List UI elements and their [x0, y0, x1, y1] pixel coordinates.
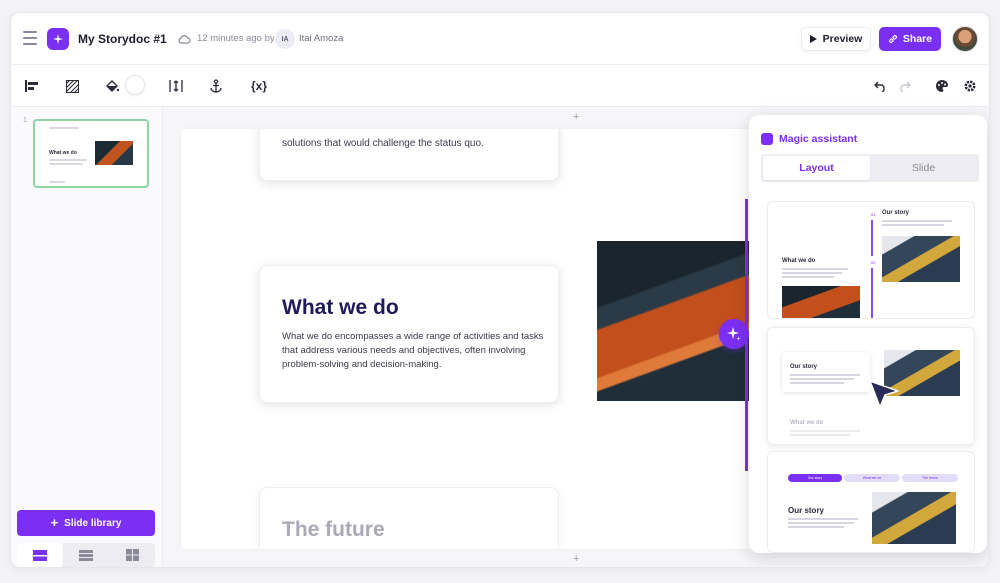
rows-view-icon: [79, 549, 93, 561]
profile-avatar[interactable]: [952, 26, 978, 52]
layout-title: Our story: [882, 210, 910, 216]
assistant-title: Magic assistant: [779, 133, 858, 145]
top-bar: My Storydoc #1 12 minutes ago by IA Itai…: [11, 13, 989, 65]
rows-view-button[interactable]: [63, 543, 109, 567]
menu-icon[interactable]: [23, 31, 37, 45]
grid-view-icon: [125, 549, 139, 561]
palette-icon[interactable]: [933, 77, 951, 95]
thumbnail-image: [95, 141, 133, 165]
layout-pill: Our story: [788, 474, 842, 482]
slides-panel: 1 What we do + Slide library: [11, 107, 163, 567]
user-name: Itai Amoza: [299, 33, 344, 44]
view-mode-toggle: [17, 543, 155, 567]
plus-icon: +: [50, 515, 59, 530]
slide-canvas: solutions that would challenge the statu…: [181, 129, 761, 549]
layout-option-3[interactable]: Our story What we do The future Our stor…: [767, 451, 975, 553]
layout-image: [782, 286, 860, 318]
editor-toolbar: {x}: [11, 65, 989, 107]
slide-thumbnail[interactable]: What we do: [33, 119, 149, 188]
list-view-button[interactable]: [17, 543, 63, 567]
tab-slide[interactable]: Slide: [870, 156, 977, 180]
preview-label: Preview: [822, 33, 863, 45]
user-avatar-initials: IA: [275, 29, 295, 49]
grid-view-button[interactable]: [109, 543, 155, 567]
layout-title: What we do: [782, 258, 816, 264]
fill-bucket-icon[interactable]: [103, 77, 121, 95]
share-button[interactable]: Share: [879, 27, 941, 51]
share-label: Share: [902, 33, 933, 45]
saved-status: 12 minutes ago by: [197, 33, 275, 44]
card-heading[interactable]: What we do: [282, 296, 399, 320]
color-swatch[interactable]: [125, 75, 145, 95]
layout-pill: The future: [902, 474, 958, 482]
layout-image: [872, 492, 956, 544]
pattern-icon[interactable]: [63, 77, 81, 95]
layout-step-number: 02: [871, 260, 876, 265]
slide-library-label: Slide library: [64, 517, 122, 529]
undo-icon[interactable]: [871, 77, 889, 95]
card-heading-future[interactable]: The future: [282, 518, 385, 542]
layout-timeline: [871, 220, 873, 256]
text-card-what-we-do[interactable]: What we do What we do encompasses a wide…: [259, 265, 559, 403]
assistant-header: Magic assistant: [761, 133, 857, 145]
add-section-below-icon[interactable]: +: [573, 553, 579, 565]
settings-icon[interactable]: [961, 77, 979, 95]
app-window: My Storydoc #1 12 minutes ago by IA Itai…: [10, 12, 990, 568]
layout-title: What we do: [790, 420, 824, 426]
layout-timeline: [871, 268, 873, 318]
layout-pill: What we do: [844, 474, 900, 482]
layout-title: Our story: [788, 506, 825, 515]
assistant-tabs: Layout Slide: [761, 154, 979, 182]
layout-image: [882, 236, 960, 282]
tab-layout[interactable]: Layout: [763, 156, 870, 180]
mouse-cursor-icon: [869, 380, 899, 408]
slide-number: 1: [23, 117, 27, 124]
list-view-icon: [33, 549, 47, 561]
magic-assistant-button[interactable]: [719, 319, 749, 349]
magic-assistant-icon: [761, 133, 773, 145]
anchor-icon[interactable]: [207, 77, 225, 95]
layout-step-number: 01: [871, 212, 876, 217]
storydoc-logo-icon[interactable]: [47, 28, 69, 50]
link-icon: [888, 35, 897, 43]
card-body-text[interactable]: What we do encompasses a wide range of a…: [282, 330, 544, 372]
thumbnail-title: What we do: [49, 150, 77, 156]
text-card-top[interactable]: solutions that would challenge the statu…: [259, 129, 559, 181]
document-title[interactable]: My Storydoc #1: [78, 32, 167, 46]
layout-option-1[interactable]: 01 02 Our story What we do: [767, 201, 975, 319]
play-icon: [809, 35, 817, 43]
cloud-saved-icon: [178, 35, 191, 44]
variable-icon[interactable]: {x}: [247, 77, 271, 95]
preview-button[interactable]: Preview: [801, 27, 871, 51]
card-top-text[interactable]: solutions that would challenge the statu…: [282, 138, 484, 149]
align-left-icon[interactable]: [23, 77, 41, 95]
redo-icon[interactable]: [895, 77, 913, 95]
text-card-the-future[interactable]: The future: [259, 487, 559, 549]
sparkle-icon: [727, 327, 741, 341]
layout-title: Our story: [790, 364, 818, 370]
magic-assistant-panel: Magic assistant Layout Slide 01 02 Our s…: [749, 115, 987, 553]
slide-library-button[interactable]: + Slide library: [17, 510, 155, 536]
add-section-above-icon[interactable]: +: [573, 111, 579, 123]
height-adjust-icon[interactable]: [167, 77, 185, 95]
